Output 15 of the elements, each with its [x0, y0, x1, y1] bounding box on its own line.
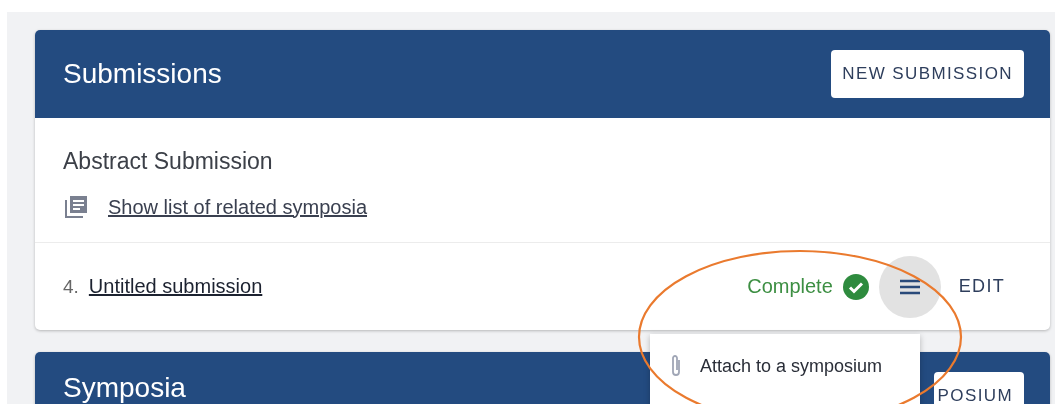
new-submission-button[interactable]: NEW SUBMISSION	[831, 50, 1024, 98]
card-title: Symposia	[63, 372, 186, 404]
submission-link[interactable]: Untitled submission	[88, 275, 263, 298]
symposium-button[interactable]: POSIUM	[933, 372, 1024, 404]
menu-item-label: Attach to a symposium	[700, 355, 883, 377]
form-title: Abstract Submission	[63, 148, 274, 175]
status-label: Complete	[747, 275, 833, 298]
menu-icon	[898, 278, 921, 295]
card-title: Submissions	[63, 58, 222, 90]
menu-item[interactable]: Attach to a symposium	[650, 350, 920, 382]
item-number: 4.	[63, 275, 79, 298]
list-icon	[63, 194, 89, 220]
paperclip-icon	[670, 354, 682, 378]
related-symposia-link[interactable]: Show list of related symposia	[108, 195, 367, 219]
edit-button[interactable]: EDIT	[958, 270, 1022, 303]
